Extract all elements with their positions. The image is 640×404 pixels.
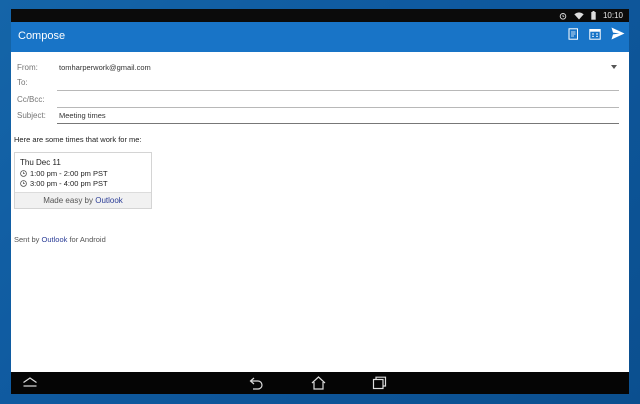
availability-date: Thu Dec 11 [20, 158, 61, 167]
status-bar: 10:10 [11, 9, 629, 22]
signature: Sent by Outlook for Android [14, 235, 106, 244]
time-slot-label: 3:00 pm - 4:00 pm PST [30, 179, 108, 188]
to-field-underline [57, 90, 619, 91]
outlook-link[interactable]: Outlook [95, 196, 123, 205]
time-slot: 1:00 pm - 2:00 pm PST [20, 169, 108, 178]
clock-icon [20, 170, 27, 177]
status-time: 10:10 [602, 11, 623, 20]
collapse-icon[interactable] [22, 376, 38, 388]
to-label: To: [17, 78, 28, 87]
app-title: Compose [18, 30, 66, 42]
from-field[interactable]: tomharperwork@gmail.com [59, 63, 151, 72]
message-intro[interactable]: Here are some times that work for me: [14, 135, 142, 144]
time-slot-label: 1:00 pm - 2:00 pm PST [30, 169, 108, 178]
from-label: From: [17, 63, 38, 72]
availability-icon[interactable] [589, 28, 601, 40]
subject-row[interactable]: Subject: Meeting times [11, 108, 629, 124]
signature-outlook-link[interactable]: Outlook [42, 235, 68, 244]
signature-prefix: Sent by [14, 235, 42, 244]
wifi-icon [574, 11, 584, 20]
card-footer: Made easy by Outlook [15, 192, 151, 208]
home-icon[interactable] [311, 376, 326, 390]
card-footer-text: Made easy by [43, 196, 96, 205]
time-slot: 3:00 pm - 4:00 pm PST [20, 179, 108, 188]
clock-icon [20, 180, 27, 187]
cc-row[interactable]: Cc/Bcc: [11, 92, 629, 108]
subject-field[interactable]: Meeting times [59, 111, 106, 120]
alarm-icon [559, 12, 567, 20]
from-row[interactable]: From: tomharperwork@gmail.com [11, 60, 629, 76]
cc-label: Cc/Bcc: [17, 95, 45, 104]
back-icon[interactable] [249, 376, 264, 390]
device-screen: 10:10 Compose From: tomharperwork@gmail.… [11, 9, 629, 394]
send-icon[interactable] [611, 27, 625, 40]
subject-label: Subject: [17, 111, 46, 120]
signature-suffix: for Android [67, 235, 106, 244]
navigation-bar [11, 372, 629, 394]
battery-icon [591, 11, 596, 20]
to-row[interactable]: To: [11, 75, 629, 91]
recents-icon[interactable] [372, 376, 387, 390]
insert-file-icon[interactable] [568, 27, 579, 40]
app-bar: Compose [11, 22, 629, 52]
subject-field-underline [57, 123, 619, 124]
availability-card[interactable]: Thu Dec 11 1:00 pm - 2:00 pm PST 3:00 pm… [14, 152, 152, 209]
chevron-down-icon[interactable] [611, 65, 617, 69]
